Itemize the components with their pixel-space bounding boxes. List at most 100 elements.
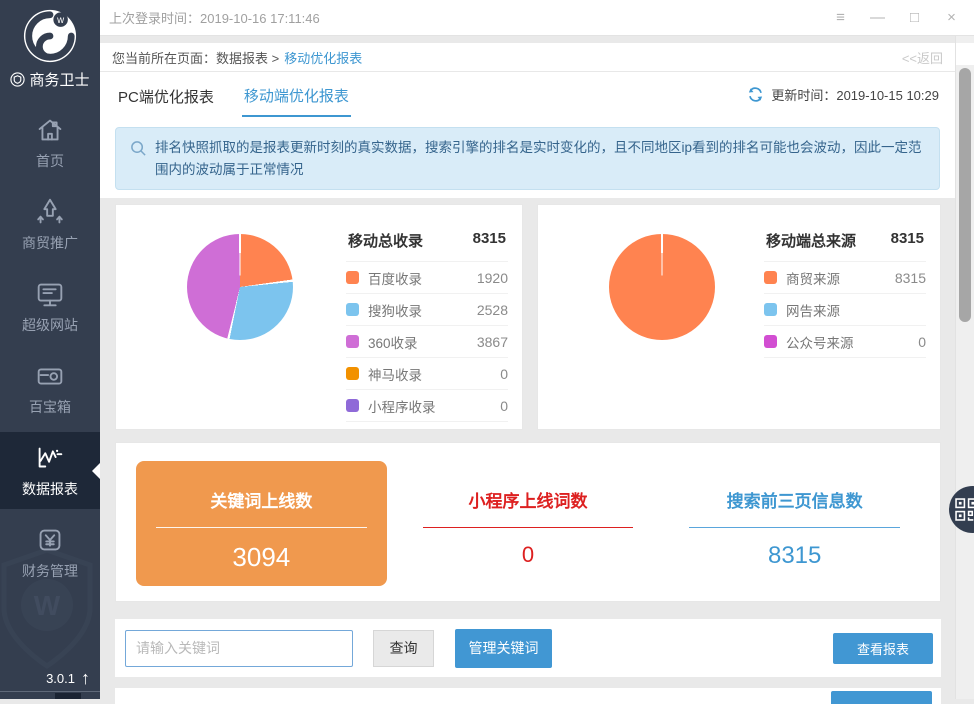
- chart-card-mobile-source: 移动端总来源 8315 商贸来源8315 网告来源公众号来源0: [537, 204, 941, 430]
- window-titlebar: 上次登录时间：2019-10-16 17:11:46 ≡—□×: [100, 0, 974, 36]
- update-time-label: 更新时间：2019-10-15 10:29: [771, 85, 939, 104]
- search-icon: [130, 140, 147, 157]
- manage-keywords-button[interactable]: 管理关键词: [455, 629, 552, 668]
- stat-label: 小程序上线词数: [403, 487, 654, 512]
- breadcrumb-prefix: 您当前所在页面：数据报表 >: [112, 48, 279, 67]
- sidebar-item-label: 财务管理: [0, 561, 100, 581]
- window-controls: ≡—□×: [822, 0, 970, 35]
- stats-panel: 关键词上线数 3094 小程序上线词数0 搜索前三页信息数 8315: [115, 442, 941, 602]
- sidebar-item-data-report[interactable]: 数据报表: [0, 432, 100, 509]
- brand-shield-icon: [10, 72, 25, 87]
- pie-chart-mobile-index: [187, 234, 293, 340]
- stat-card: 搜索前三页信息数 8315: [669, 461, 920, 586]
- chart-card-mobile-index: 移动总收录 8315 百度收录1920搜狗收录2528360收录3867神马收录…: [115, 204, 523, 430]
- legend-rows: 商贸来源8315 网告来源公众号来源0: [764, 261, 926, 358]
- legend-label: 360收录: [368, 332, 418, 352]
- update-time-block: 更新时间：2019-10-15 10:29: [747, 85, 939, 104]
- legend-swatch: [346, 367, 359, 380]
- legend-swatch: [764, 271, 777, 284]
- update-arrow-icon[interactable]: ↑: [81, 669, 90, 687]
- legend-value: 0: [500, 366, 508, 382]
- legend-label: 神马收录: [368, 364, 422, 384]
- back-link[interactable]: <<返回: [902, 48, 943, 67]
- legend-value: 1920: [477, 270, 508, 286]
- last-login-time: 上次登录时间：2019-10-16 17:11:46: [109, 8, 320, 27]
- app-logo-icon: w: [22, 8, 78, 64]
- legend-mobile-source: 移动端总来源 8315 商贸来源8315 网告来源公众号来源0: [764, 225, 926, 358]
- sidebar-nav: 首页商贸推广超级网站百宝箱数据报表财务管理: [0, 104, 100, 591]
- breadcrumb: 您当前所在页面：数据报表 > 移动优化报表 <<返回: [100, 43, 955, 72]
- stat-value: 3094: [136, 542, 387, 573]
- stat-card: 关键词上线数 3094: [136, 461, 387, 586]
- sidebar-item-home[interactable]: 首页: [0, 104, 100, 181]
- pie-chart-mobile-source: [609, 234, 715, 340]
- notice-banner: 排名快照抓取的是报表更新时刻的真实数据，搜索引擎的排名是实时变化的，且不同地区i…: [115, 127, 940, 190]
- legend-row: 公众号来源0: [764, 325, 926, 357]
- sidebar-item-label: 首页: [0, 151, 100, 171]
- watermark-letter: W: [34, 590, 61, 621]
- sidebar-item-label: 超级网站: [0, 315, 100, 335]
- report-header-panel: PC端优化报表 移动端优化报表 更新时间：2019-10-15 10:29 排名…: [100, 72, 955, 198]
- legend-value: 2528: [477, 302, 508, 318]
- tab-mobile-report[interactable]: 移动端优化报表: [242, 73, 351, 117]
- stat-value: 8315: [669, 542, 920, 570]
- refresh-icon[interactable]: [747, 86, 764, 103]
- legend-row: 神马收录 0: [346, 357, 508, 389]
- sidebar-item-label: 百宝箱: [0, 397, 100, 417]
- tab-pc-report[interactable]: PC端优化报表: [116, 74, 216, 116]
- maximize-button[interactable]: □: [896, 0, 933, 35]
- brand-name: 商务卫士: [29, 69, 89, 90]
- keyword-input[interactable]: [125, 630, 353, 667]
- legend-row: 360收录3867: [346, 325, 508, 357]
- charts-row: 移动总收录 8315 百度收录1920搜狗收录2528360收录3867神马收录…: [115, 204, 941, 430]
- sidebar-item-toolbox[interactable]: 百宝箱: [0, 350, 100, 427]
- sidebar-item-super-website[interactable]: 超级网站: [0, 268, 100, 345]
- promotion-icon: [0, 195, 100, 229]
- legend-label: 百度收录: [368, 268, 422, 288]
- legend-rows: 百度收录1920搜狗收录2528360收录3867神马收录0小程序收录0: [346, 261, 508, 422]
- home-icon: [0, 113, 100, 147]
- sidebar-item-promotion[interactable]: 商贸推广: [0, 186, 100, 263]
- brand: 商务卫士: [0, 69, 100, 90]
- legend-mobile-index: 移动总收录 8315 百度收录1920搜狗收录2528360收录3867神马收录…: [346, 225, 508, 422]
- stat-card: 小程序上线词数0: [403, 461, 654, 586]
- chart-title: 移动端总来源: [766, 230, 856, 251]
- legend-label: 网告来源: [786, 300, 840, 320]
- notice-text: 排名快照抓取的是报表更新时刻的真实数据，搜索引擎的排名是实时变化的，且不同地区i…: [155, 137, 925, 180]
- close-button[interactable]: ×: [933, 0, 970, 35]
- scrollbar-top-patch: [956, 43, 974, 65]
- vertical-scrollbar-track[interactable]: [955, 36, 974, 699]
- legend-swatch: [764, 303, 777, 316]
- legend-row: 商贸来源8315: [764, 261, 926, 293]
- breadcrumb-current[interactable]: 移动优化报表: [284, 48, 362, 67]
- legend-label: 公众号来源: [786, 332, 854, 352]
- legend-swatch: [346, 303, 359, 316]
- chart-total: 8315: [891, 230, 924, 251]
- chart-total: 8315: [473, 230, 506, 251]
- legend-swatch: [346, 399, 359, 412]
- legend-row: 小程序收录0: [346, 389, 508, 421]
- minimize-button[interactable]: —: [859, 0, 896, 35]
- svg-text:w: w: [56, 15, 64, 26]
- stat-divider: [156, 527, 367, 528]
- legend-swatch: [346, 271, 359, 284]
- stat-label: 搜索前三页信息数: [669, 487, 920, 512]
- legend-swatch: [764, 335, 777, 348]
- legend-value: 0: [500, 398, 508, 414]
- sidebar: w 商务卫士 首页商贸推广超级网站百宝箱数据报表财务管理 W 3.0.1 ↑: [0, 0, 100, 699]
- menu-button[interactable]: ≡: [822, 0, 859, 35]
- legend-label: 商贸来源: [786, 268, 840, 288]
- toolbox-icon: [0, 359, 100, 393]
- sidebar-bottom-tab: [55, 693, 81, 699]
- keyword-toolbar: 查询 管理关键词 查看报表: [115, 619, 941, 677]
- main-content: 您当前所在页面：数据报表 > 移动优化报表 <<返回 PC端优化报表 移动端优化…: [100, 36, 955, 699]
- chart-title: 移动总收录: [348, 230, 423, 251]
- sidebar-item-finance[interactable]: 财务管理: [0, 514, 100, 591]
- vertical-scrollbar-thumb[interactable]: [959, 68, 971, 322]
- clipped-button-top[interactable]: [831, 691, 932, 704]
- stat-label: 关键词上线数: [136, 487, 387, 512]
- view-report-button[interactable]: 查看报表: [833, 633, 933, 664]
- version-label: 3.0.1: [46, 671, 75, 686]
- stat-divider: [689, 527, 900, 528]
- query-button[interactable]: 查询: [373, 630, 434, 667]
